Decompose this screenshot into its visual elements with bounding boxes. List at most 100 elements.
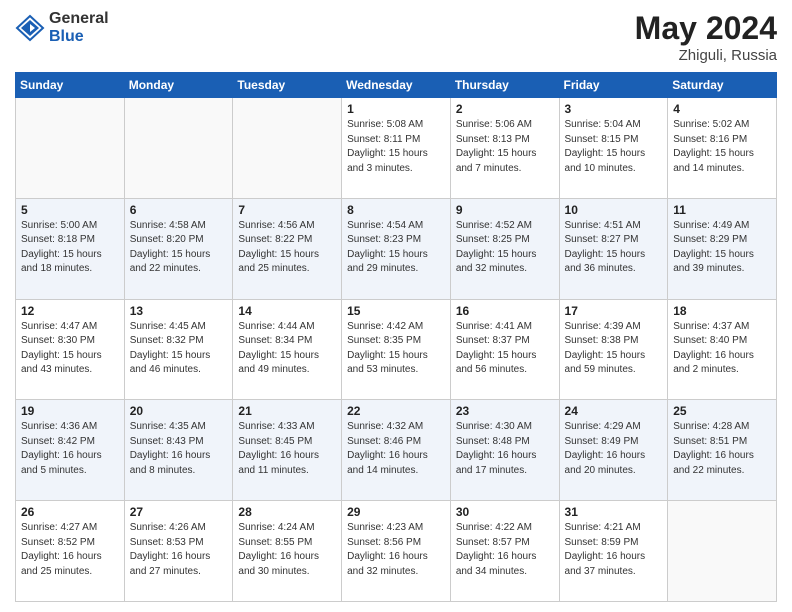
calendar-cell: 20Sunrise: 4:35 AM Sunset: 8:43 PM Dayli… <box>124 400 233 501</box>
calendar-cell: 15Sunrise: 4:42 AM Sunset: 8:35 PM Dayli… <box>342 299 451 400</box>
calendar-cell: 18 Sunrise: 4:37 AM Sunset: 8:40 PM Dayli… <box>668 299 777 400</box>
day-number: 12 <box>21 304 119 318</box>
calendar-cell: 19Sunrise: 4:36 AM Sunset: 8:42 PM Dayli… <box>16 400 125 501</box>
calendar-cell: 17 Sunrise: 4:39 AM Sunset: 8:38 PM Dayli… <box>559 299 668 400</box>
day-info: Sunrise: 4:42 AM Sunset: 8:35 PM Dayligh… <box>347 320 445 378</box>
day-info: Sunrise: 4:47 AM Sunset: 8:30 PM Dayligh… <box>21 320 119 378</box>
calendar-week-row: 5 Sunrise: 5:00 AM Sunset: 8:18 PM Daylig… <box>16 198 777 299</box>
calendar-week-row: 26 Sunrise: 4:27 AM Sunset: 8:52 PM Dayli… <box>16 501 777 602</box>
calendar-cell: 3 Sunrise: 5:04 AM Sunset: 8:15 PM Daylig… <box>559 98 668 199</box>
logo-text: General Blue <box>49 10 109 45</box>
day-number: 13 <box>130 304 228 318</box>
day-info: Sunrise: 4:41 AM Sunset: 8:37 PM Dayligh… <box>456 320 554 378</box>
calendar-header-friday: Friday <box>559 73 668 98</box>
title-location: Zhiguli, Russia <box>635 47 777 64</box>
day-number: 28 <box>238 505 336 519</box>
day-info: Sunrise: 4:30 AM Sunset: 8:48 PM Dayligh… <box>456 420 554 478</box>
day-number: 25 <box>673 404 771 418</box>
day-number: 16 <box>456 304 554 318</box>
day-number: 21 <box>238 404 336 418</box>
calendar-cell: 1Sunrise: 5:08 AM Sunset: 8:11 PM Daylig… <box>342 98 451 199</box>
calendar-cell: 26 Sunrise: 4:27 AM Sunset: 8:52 PM Dayli… <box>16 501 125 602</box>
calendar-cell: 11Sunrise: 4:49 AM Sunset: 8:29 PM Dayli… <box>668 198 777 299</box>
logo-blue-text: Blue <box>49 28 109 46</box>
day-info: Sunrise: 5:02 AM Sunset: 8:16 PM Dayligh… <box>673 118 771 176</box>
calendar-cell: 24 Sunrise: 4:29 AM Sunset: 8:49 PM Dayli… <box>559 400 668 501</box>
day-number: 6 <box>130 203 228 217</box>
day-info: Sunrise: 5:04 AM Sunset: 8:15 PM Dayligh… <box>565 118 663 176</box>
day-info: Sunrise: 4:52 AM Sunset: 8:25 PM Dayligh… <box>456 219 554 277</box>
day-info: Sunrise: 4:51 AM Sunset: 8:27 PM Dayligh… <box>565 219 663 277</box>
day-number: 3 <box>565 102 663 116</box>
calendar-header-saturday: Saturday <box>668 73 777 98</box>
day-number: 22 <box>347 404 445 418</box>
calendar-header-tuesday: Tuesday <box>233 73 342 98</box>
calendar-header-monday: Monday <box>124 73 233 98</box>
calendar-cell: 30 Sunrise: 4:22 AM Sunset: 8:57 PM Dayli… <box>450 501 559 602</box>
day-number: 7 <box>238 203 336 217</box>
day-number: 19 <box>21 404 119 418</box>
day-number: 24 <box>565 404 663 418</box>
day-info: Sunrise: 5:08 AM Sunset: 8:11 PM Dayligh… <box>347 118 445 176</box>
day-number: 9 <box>456 203 554 217</box>
calendar-cell: 10 Sunrise: 4:51 AM Sunset: 8:27 PM Dayli… <box>559 198 668 299</box>
calendar-cell: 21Sunrise: 4:33 AM Sunset: 8:45 PM Dayli… <box>233 400 342 501</box>
day-info: Sunrise: 4:54 AM Sunset: 8:23 PM Dayligh… <box>347 219 445 277</box>
calendar-cell <box>668 501 777 602</box>
day-info: Sunrise: 4:44 AM Sunset: 8:34 PM Dayligh… <box>238 320 336 378</box>
day-info: Sunrise: 4:29 AM Sunset: 8:49 PM Dayligh… <box>565 420 663 478</box>
calendar-cell <box>124 98 233 199</box>
day-info: Sunrise: 4:49 AM Sunset: 8:29 PM Dayligh… <box>673 219 771 277</box>
logo-general-text: General <box>49 10 109 28</box>
day-number: 8 <box>347 203 445 217</box>
day-number: 14 <box>238 304 336 318</box>
day-number: 23 <box>456 404 554 418</box>
day-number: 2 <box>456 102 554 116</box>
day-info: Sunrise: 4:39 AM Sunset: 8:38 PM Dayligh… <box>565 320 663 378</box>
calendar-cell: 12 Sunrise: 4:47 AM Sunset: 8:30 PM Dayli… <box>16 299 125 400</box>
day-number: 5 <box>21 203 119 217</box>
logo-icon <box>15 14 45 42</box>
day-number: 26 <box>21 505 119 519</box>
day-number: 10 <box>565 203 663 217</box>
day-info: Sunrise: 4:37 AM Sunset: 8:40 PM Dayligh… <box>673 320 771 378</box>
calendar-cell: 16 Sunrise: 4:41 AM Sunset: 8:37 PM Dayli… <box>450 299 559 400</box>
day-number: 27 <box>130 505 228 519</box>
calendar-cell: 28 Sunrise: 4:24 AM Sunset: 8:55 PM Dayli… <box>233 501 342 602</box>
day-number: 30 <box>456 505 554 519</box>
day-number: 20 <box>130 404 228 418</box>
calendar-cell: 5 Sunrise: 5:00 AM Sunset: 8:18 PM Daylig… <box>16 198 125 299</box>
calendar-cell: 27Sunrise: 4:26 AM Sunset: 8:53 PM Dayli… <box>124 501 233 602</box>
calendar-cell: 2 Sunrise: 5:06 AM Sunset: 8:13 PM Daylig… <box>450 98 559 199</box>
calendar-cell: 6Sunrise: 4:58 AM Sunset: 8:20 PM Daylig… <box>124 198 233 299</box>
day-number: 18 <box>673 304 771 318</box>
calendar-header-wednesday: Wednesday <box>342 73 451 98</box>
calendar-cell: 22 Sunrise: 4:32 AM Sunset: 8:46 PM Dayli… <box>342 400 451 501</box>
day-info: Sunrise: 5:06 AM Sunset: 8:13 PM Dayligh… <box>456 118 554 176</box>
logo: General Blue <box>15 10 109 45</box>
calendar-cell: 14 Sunrise: 4:44 AM Sunset: 8:34 PM Dayli… <box>233 299 342 400</box>
title-block: May 2024 Zhiguli, Russia <box>635 10 777 64</box>
calendar-cell <box>233 98 342 199</box>
day-info: Sunrise: 4:32 AM Sunset: 8:46 PM Dayligh… <box>347 420 445 478</box>
calendar-cell: 23 Sunrise: 4:30 AM Sunset: 8:48 PM Dayli… <box>450 400 559 501</box>
calendar-cell: 9 Sunrise: 4:52 AM Sunset: 8:25 PM Daylig… <box>450 198 559 299</box>
calendar-cell: 29Sunrise: 4:23 AM Sunset: 8:56 PM Dayli… <box>342 501 451 602</box>
day-info: Sunrise: 4:22 AM Sunset: 8:57 PM Dayligh… <box>456 521 554 579</box>
day-info: Sunrise: 4:56 AM Sunset: 8:22 PM Dayligh… <box>238 219 336 277</box>
day-info: Sunrise: 5:00 AM Sunset: 8:18 PM Dayligh… <box>21 219 119 277</box>
day-info: Sunrise: 4:27 AM Sunset: 8:52 PM Dayligh… <box>21 521 119 579</box>
calendar-cell: 8 Sunrise: 4:54 AM Sunset: 8:23 PM Daylig… <box>342 198 451 299</box>
day-number: 31 <box>565 505 663 519</box>
calendar-cell <box>16 98 125 199</box>
calendar-header-thursday: Thursday <box>450 73 559 98</box>
day-info: Sunrise: 4:45 AM Sunset: 8:32 PM Dayligh… <box>130 320 228 378</box>
day-number: 29 <box>347 505 445 519</box>
calendar-cell: 31 Sunrise: 4:21 AM Sunset: 8:59 PM Dayli… <box>559 501 668 602</box>
calendar-cell: 4Sunrise: 5:02 AM Sunset: 8:16 PM Daylig… <box>668 98 777 199</box>
day-info: Sunrise: 4:24 AM Sunset: 8:55 PM Dayligh… <box>238 521 336 579</box>
calendar-header-sunday: Sunday <box>16 73 125 98</box>
day-info: Sunrise: 4:28 AM Sunset: 8:51 PM Dayligh… <box>673 420 771 478</box>
day-info: Sunrise: 4:21 AM Sunset: 8:59 PM Dayligh… <box>565 521 663 579</box>
day-number: 17 <box>565 304 663 318</box>
